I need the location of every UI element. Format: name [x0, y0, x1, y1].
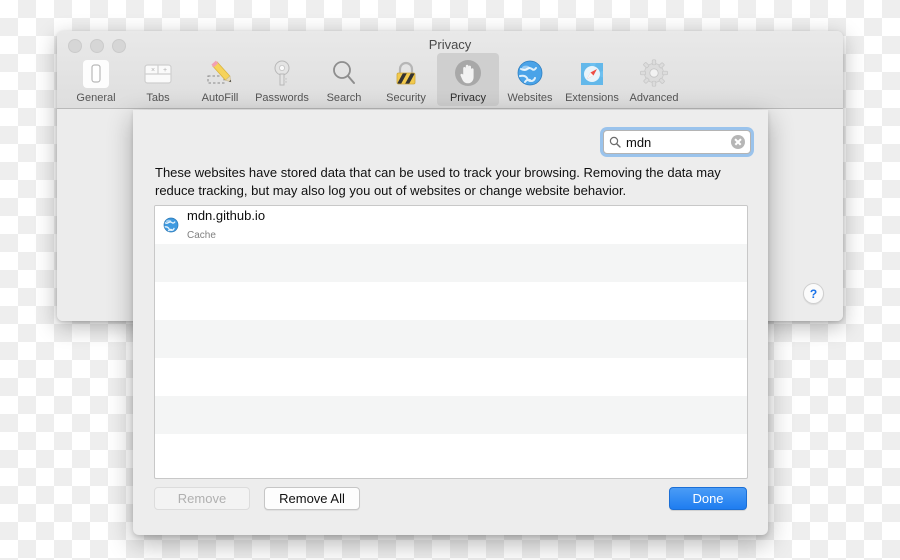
toolbar-item-search[interactable]: Search: [313, 53, 375, 106]
toolbar-item-privacy[interactable]: Privacy: [437, 53, 499, 106]
tabs-icon: × +: [127, 57, 189, 91]
toolbar-label: Privacy: [449, 92, 487, 104]
sheet-footer: Remove Remove All Done: [133, 477, 768, 535]
list-item-text: mdn.github.io Cache: [187, 207, 265, 244]
privacy-icon: [437, 57, 499, 91]
websites-icon: [499, 57, 561, 91]
toolbar-item-tabs[interactable]: × + Tabs: [127, 53, 189, 106]
done-button[interactable]: Done: [669, 487, 747, 510]
website-data-list[interactable]: mdn.github.io Cache: [154, 205, 748, 479]
website-data-sheet: These websites have stored data that can…: [133, 110, 768, 535]
magnifier-icon: [609, 136, 621, 148]
search-field-container: [603, 130, 751, 154]
svg-text:+: +: [163, 67, 167, 74]
toolbar-item-extensions[interactable]: Extensions: [561, 53, 623, 106]
toolbar-item-autofill[interactable]: AutoFill: [189, 53, 251, 106]
search-icon: [313, 57, 375, 91]
extensions-icon: [561, 57, 623, 91]
toolbar-label: Passwords: [255, 92, 309, 104]
list-item[interactable]: mdn.github.io Cache: [155, 206, 747, 244]
list-item-empty: [155, 434, 747, 472]
general-icon: [65, 57, 127, 91]
toolbar-label: Security: [386, 92, 426, 104]
list-item-empty: [155, 244, 747, 282]
security-icon: [375, 57, 437, 91]
list-item-empty: [155, 282, 747, 320]
list-item-empty: [155, 358, 747, 396]
advanced-icon: [623, 57, 685, 91]
remove-all-button[interactable]: Remove All: [264, 487, 360, 510]
toolbar-label: Search: [326, 92, 362, 104]
toolbar-item-security[interactable]: Security: [375, 53, 437, 106]
toolbar-label: Tabs: [146, 92, 170, 104]
site-name: mdn.github.io: [187, 207, 266, 223]
toolbar-item-advanced[interactable]: Advanced: [623, 53, 685, 106]
passwords-icon: [251, 57, 313, 91]
toolbar-label: General: [76, 92, 116, 104]
toolbar-label: Websites: [507, 92, 553, 104]
toolbar-item-general[interactable]: General: [65, 53, 127, 106]
svg-text:×: ×: [151, 67, 155, 74]
list-item-empty: [155, 396, 747, 434]
toolbar-label: AutoFill: [201, 92, 239, 104]
sheet-description: These websites have stored data that can…: [155, 165, 721, 198]
search-input[interactable]: [621, 134, 731, 150]
remove-button[interactable]: Remove: [154, 487, 250, 510]
autofill-icon: [189, 57, 251, 91]
clear-search-icon[interactable]: [731, 135, 745, 149]
toolbar-label: Extensions: [565, 92, 619, 104]
globe-icon: [163, 217, 179, 233]
help-button[interactable]: ?: [803, 283, 824, 304]
window-title: Privacy: [428, 37, 472, 52]
window-titlebar: Privacy General × + Tabs AutoFill Passwo…: [57, 31, 843, 109]
toolbar-item-passwords[interactable]: Passwords: [251, 53, 313, 106]
toolbar-label: Advanced: [629, 92, 679, 104]
site-detail: Cache: [187, 230, 216, 241]
preferences-toolbar: General × + Tabs AutoFill Passwords Sear…: [65, 53, 685, 106]
search-field[interactable]: [603, 130, 751, 154]
toolbar-item-websites[interactable]: Websites: [499, 53, 561, 106]
list-item-empty: [155, 320, 747, 358]
